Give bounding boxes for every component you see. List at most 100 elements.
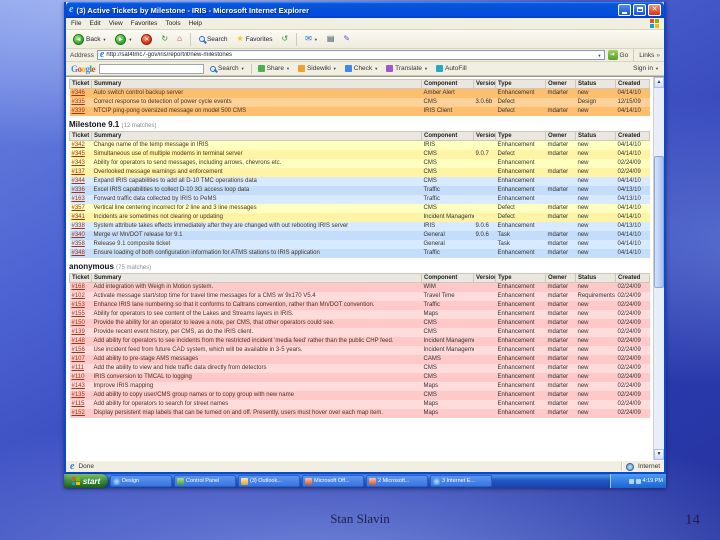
cell-summary[interactable]: Simultaneous use of multiple modems in t… [92,150,422,159]
back-button[interactable]: ◄ Back ▼ [70,33,109,46]
forward-button[interactable]: ► ▼ [112,33,135,46]
cell-ticket[interactable]: #344 [70,177,92,186]
refresh-button[interactable]: ↻ [158,34,171,44]
cell-ticket[interactable]: #150 [70,319,92,328]
links-button[interactable]: Links » [639,52,660,59]
cell-summary[interactable]: Add integration with Weigh in Motion sys… [92,283,422,293]
taskbar-item-office-group[interactable]: 2 Microsoft... [366,475,428,487]
cell-summary[interactable]: System attribute takes effects immediate… [92,222,422,231]
cell-ticket[interactable]: #148 [70,337,92,346]
cell-ticket[interactable]: #163 [70,195,92,204]
column-header-version[interactable]: Version [473,131,496,141]
google-autofill-button[interactable]: AutoFill [434,65,469,72]
column-header-created[interactable]: Created [615,131,650,141]
menu-help[interactable]: Help [189,20,202,27]
scrollbar-track[interactable] [654,88,664,449]
cell-summary[interactable]: Overlooked message warnings and enforcem… [92,168,422,177]
cell-summary[interactable]: IRIS conversion to TMCAL to logging [92,373,422,382]
cell-ticket[interactable]: #357 [70,204,92,213]
column-header-type[interactable]: Type [495,131,546,141]
cell-ticket[interactable]: #340 [70,231,92,240]
cell-summary[interactable]: Release 9.1 composite ticket [92,240,422,249]
cell-summary[interactable]: Auto switch control backup server [92,89,422,99]
cell-summary[interactable]: Correct response to detection of power c… [92,98,422,107]
cell-ticket[interactable]: #342 [70,141,92,151]
title-bar[interactable]: e (3) Active Tickets by Milestone - IRIS… [66,2,664,18]
cell-ticket[interactable]: #137 [70,168,92,177]
cell-ticket[interactable]: #115 [70,400,92,409]
menu-view[interactable]: View [109,20,123,27]
column-header-component[interactable]: Component [421,273,474,283]
column-header-owner[interactable]: Owner [545,79,576,89]
close-button[interactable]: ✕ [648,4,661,16]
google-translate-button[interactable]: Translate ▼ [384,65,430,72]
cell-ticket[interactable]: #343 [70,159,92,168]
cell-summary[interactable]: Ability for operators to see content of … [92,310,422,319]
home-button[interactable]: ⌂ [174,34,185,44]
cell-ticket[interactable]: #338 [70,222,92,231]
google-sidewiki-button[interactable]: Sidewiki ▼ [296,65,339,72]
column-header-owner[interactable]: Owner [545,273,576,283]
cell-ticket[interactable]: #110 [70,373,92,382]
section-title[interactable]: Milestone 9.1 [69,120,119,129]
cell-ticket[interactable]: #358 [70,240,92,249]
cell-summary[interactable]: Activate message start/stop time for tra… [92,292,422,301]
cell-summary[interactable]: NTCIP ping-pong oversized message on mod… [92,107,422,116]
cell-summary[interactable]: Provide the ability for an operator to l… [92,319,422,328]
column-header-version[interactable]: Version [473,79,496,89]
cell-summary[interactable]: Forward traffic data collected by IRIS t… [92,195,422,204]
cell-ticket[interactable]: #139 [70,328,92,337]
google-check-button[interactable]: Check ▼ [343,65,380,72]
taskbar-item-office[interactable]: Microsoft Off... [302,475,364,487]
taskbar-item-control-panel[interactable]: Control Panel [174,475,236,487]
vertical-scrollbar[interactable]: ▲ ▼ [653,77,664,460]
cell-summary[interactable]: Expand IRIS capabilities to add all D-10… [92,177,422,186]
column-header-status[interactable]: Status [575,79,616,89]
cell-ticket[interactable]: #155 [70,310,92,319]
cell-ticket[interactable]: #348 [70,249,92,258]
menu-file[interactable]: File [71,20,81,27]
cell-summary[interactable]: Enhance IRIS lane numbering so that it c… [92,301,422,310]
column-header-summary[interactable]: Summary [91,79,422,89]
column-header-status[interactable]: Status [575,273,616,283]
taskbar-item-internet-explorer[interactable]: 3 Internet E... [430,475,492,487]
cell-ticket[interactable]: #346 [70,89,92,99]
cell-summary[interactable]: Ensure loading of both configuration inf… [92,249,422,258]
column-header-type[interactable]: Type [495,273,546,283]
history-button[interactable]: ↺ [278,34,291,44]
cell-summary[interactable]: Change name of the temp message in IRIS [92,141,422,151]
system-tray[interactable]: 4:19 PM [610,474,666,488]
mail-dropdown-icon[interactable]: ▼ [314,37,318,42]
stop-button[interactable]: ✕ [138,33,155,46]
column-header-ticket[interactable]: Ticket [69,79,92,89]
cell-ticket[interactable]: #168 [70,283,92,293]
scrollbar-thumb[interactable] [654,156,664,288]
cell-ticket[interactable]: #335 [70,98,92,107]
cell-summary[interactable]: Provide recent event history, per CMS, a… [92,328,422,337]
forward-dropdown-icon[interactable]: ▼ [128,37,132,42]
cell-summary[interactable]: Improve IRIS mapping [92,382,422,391]
maximize-button[interactable] [633,4,646,16]
column-header-owner[interactable]: Owner [545,131,576,141]
tray-icon[interactable] [628,478,634,484]
section-title[interactable]: anonymous [69,262,114,271]
start-button[interactable]: start [64,474,108,488]
column-header-ticket[interactable]: Ticket [69,131,92,141]
cell-summary[interactable]: Add ability to copy user/CMS group names… [92,391,422,400]
cell-ticket[interactable]: #341 [70,213,92,222]
cell-summary[interactable]: Merge w/ Mn/DOT release for 9.1 [92,231,422,240]
edit-button[interactable]: ✎ [340,34,353,44]
cell-ticket[interactable]: #336 [70,186,92,195]
google-search-button[interactable]: Search ▼ [208,65,247,72]
cell-ticket[interactable]: #152 [70,409,92,418]
column-header-created[interactable]: Created [615,79,650,89]
minimize-button[interactable] [618,4,631,16]
cell-summary[interactable]: Vertical line centering incorrect for 2 … [92,204,422,213]
cell-ticket[interactable]: #156 [70,346,92,355]
print-button[interactable]: ▤ [324,34,338,44]
taskbar-item-outlook[interactable]: (3) Outlook... [238,475,300,487]
cell-ticket[interactable]: #153 [70,301,92,310]
mail-button[interactable]: ✉ ▼ [302,34,321,44]
cell-summary[interactable]: Add the ability to view and hide traffic… [92,364,422,373]
google-share-button[interactable]: Share ▼ [256,65,292,72]
